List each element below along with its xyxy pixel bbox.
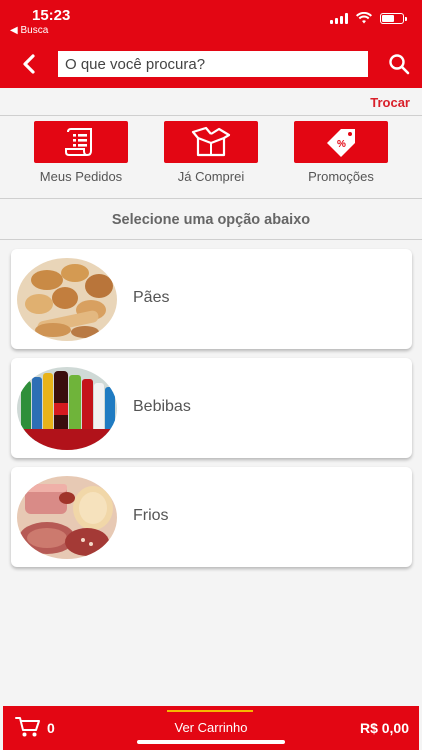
my-orders-label: Meus Pedidos [39, 169, 123, 184]
cold-cuts-image [17, 476, 117, 559]
bought-before-shortcut[interactable]: Já Comprei [156, 121, 266, 184]
shortcut-bar: Meus Pedidos Já Comprei % Promoções [0, 117, 422, 199]
status-time: 15:23 [32, 7, 71, 24]
promotions-shortcut[interactable]: % Promoções [286, 121, 396, 184]
my-orders-shortcut[interactable]: Meus Pedidos [26, 121, 136, 184]
view-cart-button[interactable]: Ver Carrinho [3, 720, 419, 735]
bought-before-label: Já Comprei [177, 169, 245, 184]
back-to-app-link[interactable]: ◀ Busca [10, 25, 48, 36]
home-indicator [137, 740, 285, 744]
back-button[interactable] [14, 50, 44, 78]
section-title: Selecione uma opção abaixo [0, 200, 422, 240]
switch-store-link[interactable]: Trocar [370, 95, 410, 110]
orders-list-icon [65, 128, 92, 156]
drinks-image [17, 367, 117, 450]
search-input[interactable] [58, 51, 368, 77]
my-orders-button[interactable] [34, 121, 128, 163]
search-icon [389, 54, 410, 75]
promotions-label: Promoções [308, 169, 374, 184]
bought-before-button[interactable] [164, 121, 258, 163]
header-bar [0, 40, 422, 88]
status-bar: 15:23 ◀ Busca [0, 0, 422, 40]
chevron-left-icon [23, 54, 35, 74]
discount-tag-icon: % [327, 129, 355, 157]
battery-icon [380, 12, 407, 24]
cart-total: R$ 0,00 [359, 720, 409, 736]
svg-text:%: % [337, 139, 346, 150]
category-card-paes[interactable]: Pães [11, 249, 412, 349]
open-box-icon [191, 126, 231, 157]
category-name: Bebibas [133, 398, 191, 415]
cellular-signal-icon [330, 12, 348, 24]
category-card-bebidas[interactable]: Bebibas [11, 358, 412, 458]
category-name: Frios [133, 507, 169, 524]
category-card-frios[interactable]: Frios [11, 467, 412, 567]
wifi-icon [356, 12, 372, 24]
search-button[interactable] [386, 50, 412, 78]
cart-accent-line [167, 710, 253, 712]
category-name: Pães [133, 289, 170, 306]
store-switch-row: Trocar [0, 88, 422, 116]
bread-image [17, 258, 117, 341]
status-indicators [330, 12, 407, 24]
promotions-button[interactable]: % [294, 121, 388, 163]
